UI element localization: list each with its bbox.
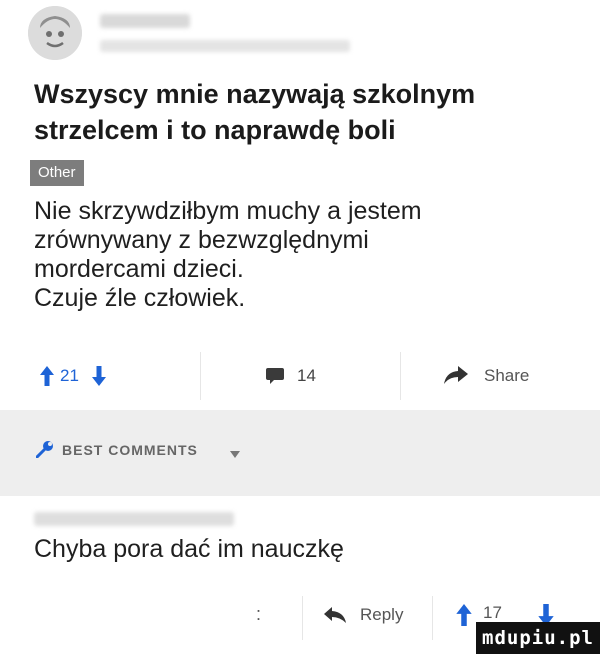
share-arrow-icon <box>444 366 468 384</box>
downvote-arrow-icon <box>92 366 106 386</box>
upvote-arrow-icon <box>456 604 472 626</box>
comment-count: 14 <box>297 366 316 385</box>
wrench-icon <box>35 440 54 463</box>
reply-arrow-icon <box>324 607 346 623</box>
site-watermark: mdupiu.pl <box>476 622 600 654</box>
author-name-blurred <box>100 14 190 28</box>
downvote-button[interactable] <box>92 366 106 391</box>
avatar[interactable] <box>28 6 82 60</box>
post-body: Nie skrzywdziłbym muchy a jestem zrównyw… <box>34 197 422 312</box>
upvote-button[interactable] <box>40 366 54 391</box>
share-button[interactable] <box>444 366 468 389</box>
category-tag[interactable]: Other <box>30 160 84 186</box>
avatar-face-icon <box>28 6 82 60</box>
chevron-down-icon <box>230 446 240 464</box>
comment-more-button[interactable]: : <box>256 604 261 625</box>
author-meta-blurred <box>100 40 350 52</box>
comment-icon <box>266 368 284 384</box>
divider <box>200 352 201 400</box>
best-comments-header[interactable]: BEST COMMENTS <box>0 410 600 496</box>
commenter-name-blurred <box>34 512 234 526</box>
share-label[interactable]: Share <box>484 352 529 400</box>
comment-text: Chyba pora dać im nauczkę <box>34 535 344 563</box>
best-comments-label: BEST COMMENTS <box>62 442 198 458</box>
vote-count: 21 <box>60 366 79 385</box>
divider <box>400 352 401 400</box>
comments-button[interactable] <box>266 368 284 389</box>
upvote-arrow-icon <box>40 366 54 386</box>
post-action-bar: 21 14 Share <box>0 352 600 404</box>
reply-label[interactable]: Reply <box>360 605 403 625</box>
post-title: Wszyscy mnie nazywają szkolnym strzelcem… <box>34 79 476 145</box>
divider <box>432 596 433 640</box>
divider <box>302 596 303 640</box>
comment-vote-count: 17 <box>483 603 502 622</box>
comment-upvote-button[interactable] <box>456 604 472 631</box>
reply-button[interactable] <box>324 607 346 628</box>
